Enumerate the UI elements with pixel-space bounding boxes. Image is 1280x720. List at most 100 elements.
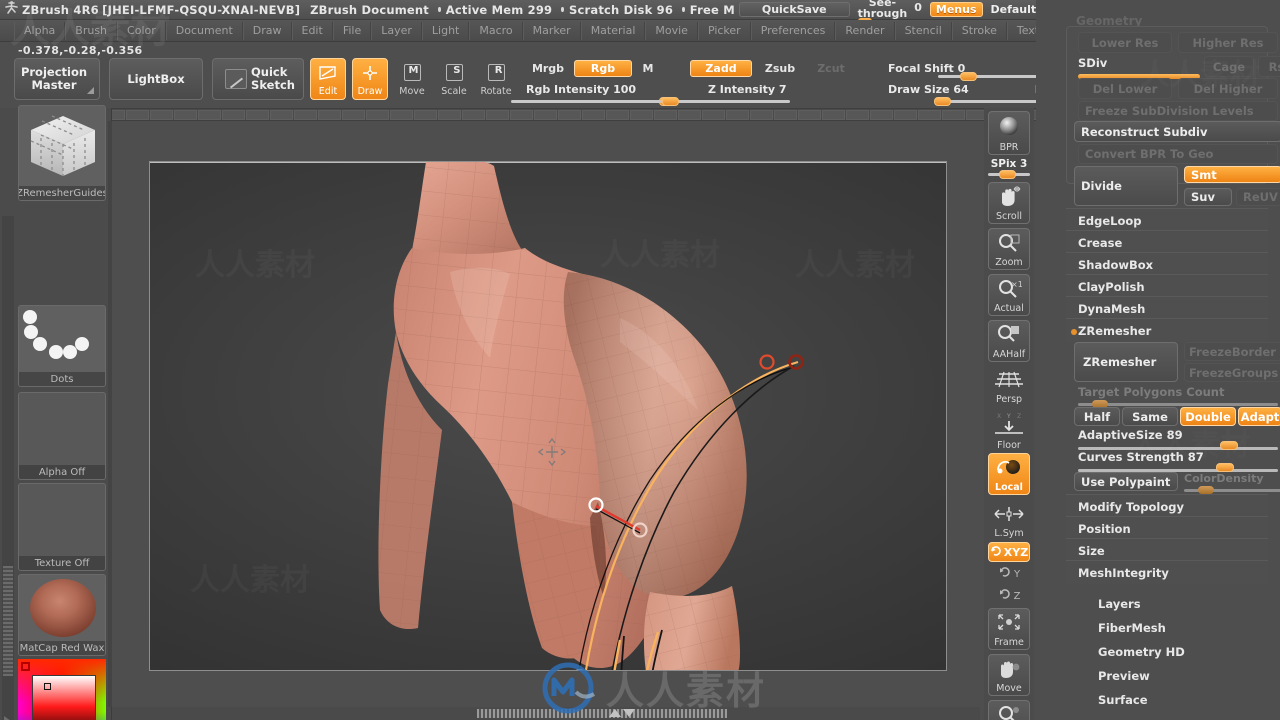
freeze-subdivision-button[interactable]: Freeze SubDivision Levels bbox=[1078, 101, 1278, 121]
canvas-horizontal-scrollbar[interactable] bbox=[112, 707, 980, 720]
menu-item-render[interactable]: Render bbox=[835, 21, 895, 40]
color-density-slider[interactable]: ColorDensity bbox=[1184, 472, 1280, 494]
mrgb-button[interactable]: Mrgb bbox=[526, 60, 570, 77]
reuv-button[interactable]: ReUV bbox=[1236, 188, 1280, 206]
alpha-thumbnail[interactable]: Alpha Off bbox=[18, 392, 106, 480]
move-tool-button[interactable]: Move bbox=[988, 654, 1030, 696]
floor-button[interactable]: X Y Z Floor bbox=[988, 408, 1030, 452]
xyz-button[interactable]: XYZ bbox=[988, 542, 1030, 562]
z-intensity-slider[interactable] bbox=[660, 97, 790, 106]
curves-strength-slider[interactable]: Curves Strength 87 bbox=[1078, 450, 1278, 474]
adaptive-size-slider[interactable]: AdaptiveSize 89 bbox=[1078, 428, 1278, 452]
menu-item-macro[interactable]: Macro bbox=[469, 21, 523, 40]
freeze-border-button[interactable]: FreezeBorder bbox=[1184, 342, 1280, 361]
zremesher-button[interactable]: ZRemesher bbox=[1074, 342, 1178, 382]
crease-row[interactable]: Crease bbox=[1066, 230, 1268, 254]
draw-mode-button[interactable]: Draw bbox=[352, 58, 388, 100]
menu-item-preferences[interactable]: Preferences bbox=[750, 21, 836, 40]
scale-mode-button[interactable]: S Scale bbox=[436, 58, 472, 100]
canvas-area[interactable] bbox=[112, 121, 980, 707]
aahalf-button[interactable]: AAHalf bbox=[988, 320, 1030, 362]
preview-row[interactable]: Preview bbox=[1066, 664, 1268, 688]
rgb-intensity-slider[interactable] bbox=[511, 97, 679, 106]
zadd-button[interactable]: Zadd bbox=[690, 60, 752, 77]
z-axis-button[interactable]: Z bbox=[988, 586, 1030, 606]
color-picker[interactable] bbox=[18, 659, 106, 720]
edit-mode-button[interactable]: Edit bbox=[310, 58, 346, 100]
menu-item-draw[interactable]: Draw bbox=[242, 21, 292, 40]
double-button[interactable]: Double bbox=[1180, 407, 1236, 426]
higher-res-button[interactable]: Higher Res bbox=[1178, 32, 1278, 53]
y-axis-button[interactable]: Y bbox=[988, 564, 1030, 584]
smt-button[interactable]: Smt bbox=[1184, 166, 1280, 183]
shadowbox-row[interactable]: ShadowBox bbox=[1066, 252, 1268, 276]
del-higher-button[interactable]: Del Higher bbox=[1178, 78, 1278, 99]
cage-button[interactable]: Cage bbox=[1204, 56, 1254, 77]
brush-thumbnail[interactable]: ZRemesherGuides bbox=[18, 105, 106, 201]
focal-shift-slider[interactable] bbox=[938, 72, 1038, 81]
persp-button[interactable]: Persp bbox=[988, 366, 1030, 406]
m-button[interactable]: M bbox=[636, 60, 660, 77]
left-tray-scrollbar[interactable] bbox=[2, 216, 14, 720]
lower-res-button[interactable]: Lower Res bbox=[1078, 32, 1172, 53]
surface-row[interactable]: Surface bbox=[1066, 688, 1268, 712]
bpr-button[interactable]: BPR bbox=[988, 111, 1030, 155]
zsub-button[interactable]: Zsub bbox=[756, 60, 804, 77]
menu-item-color[interactable]: Color bbox=[117, 21, 166, 40]
move-mode-button[interactable]: M Move bbox=[394, 58, 430, 100]
reconstruct-subdiv-button[interactable]: Reconstruct Subdiv bbox=[1074, 121, 1280, 142]
menu-item-picker[interactable]: Picker bbox=[697, 21, 751, 40]
spix-slider[interactable]: SPix 3 bbox=[988, 158, 1030, 179]
size-row[interactable]: Size bbox=[1066, 538, 1268, 562]
fibermesh-row[interactable]: FiberMesh bbox=[1066, 616, 1268, 640]
lsym-button[interactable]: L.Sym bbox=[988, 500, 1030, 540]
zremesher-section-header[interactable]: ZRemesher bbox=[1066, 318, 1268, 342]
same-button[interactable]: Same bbox=[1122, 407, 1178, 426]
mesh-integrity-row[interactable]: MeshIntegrity bbox=[1066, 560, 1268, 584]
scale-tool-button[interactable]: Scale bbox=[988, 700, 1030, 720]
menu-item-edit[interactable]: Edit bbox=[291, 21, 333, 40]
draw-size-slider[interactable] bbox=[934, 97, 1038, 106]
menu-item-marker[interactable]: Marker bbox=[522, 21, 581, 40]
rotate-mode-button[interactable]: R Rotate bbox=[478, 58, 514, 100]
freeze-groups-button[interactable]: FreezeGroups bbox=[1184, 363, 1280, 382]
position-row[interactable]: Position bbox=[1066, 516, 1268, 540]
projection-master-button[interactable]: Projection Master bbox=[14, 58, 100, 100]
menu-item-material[interactable]: Material bbox=[580, 21, 646, 40]
saturation-value-area[interactable] bbox=[32, 675, 96, 720]
modify-topology-row[interactable]: Modify Topology bbox=[1066, 494, 1268, 518]
layers-row[interactable]: Layers bbox=[1066, 592, 1268, 616]
claypolish-row[interactable]: ClayPolish bbox=[1066, 274, 1268, 298]
rstr-button[interactable]: Rstr bbox=[1258, 56, 1280, 77]
divide-button[interactable]: Divide bbox=[1074, 166, 1178, 206]
quicksave-button[interactable]: QuickSave bbox=[738, 2, 850, 17]
menu-item-file[interactable]: File bbox=[332, 21, 372, 40]
menu-item-light[interactable]: Light bbox=[421, 21, 470, 40]
edgeloop-row[interactable]: EdgeLoop bbox=[1066, 208, 1268, 232]
use-polypaint-button[interactable]: Use Polypaint bbox=[1074, 472, 1178, 491]
adapt-button[interactable]: Adapt bbox=[1238, 407, 1280, 426]
half-button[interactable]: Half bbox=[1074, 407, 1120, 426]
menu-item-brush[interactable]: Brush bbox=[65, 21, 118, 40]
zcut-button[interactable]: Zcut bbox=[808, 60, 854, 77]
quick-sketch-button[interactable]: Quick Sketch bbox=[212, 58, 304, 100]
scroll-button[interactable]: Scroll bbox=[988, 182, 1030, 224]
document-viewport[interactable] bbox=[149, 161, 947, 671]
target-polygons-slider[interactable]: Target Polygons Count bbox=[1078, 385, 1278, 408]
geometry-hd-row[interactable]: Geometry HD bbox=[1066, 640, 1268, 664]
actual-button[interactable]: ×1 Actual bbox=[988, 274, 1030, 316]
lightbox-button[interactable]: LightBox bbox=[109, 58, 203, 100]
material-thumbnail[interactable]: MatCap Red Wax bbox=[18, 574, 106, 656]
menu-item-document[interactable]: Document bbox=[165, 21, 243, 40]
menu-item-stencil[interactable]: Stencil bbox=[894, 21, 952, 40]
texture-thumbnail[interactable]: Texture Off bbox=[18, 483, 106, 571]
frame-button[interactable]: Frame bbox=[988, 608, 1030, 650]
del-lower-button[interactable]: Del Lower bbox=[1078, 78, 1172, 99]
suv-button[interactable]: Suv bbox=[1184, 188, 1232, 206]
menu-item-layer[interactable]: Layer bbox=[371, 21, 422, 40]
menus-toggle-button[interactable]: Menus bbox=[929, 2, 983, 17]
local-button[interactable]: Local bbox=[988, 453, 1030, 495]
dynamesh-row[interactable]: DynaMesh bbox=[1066, 296, 1268, 320]
stroke-thumbnail[interactable]: Dots bbox=[18, 305, 106, 387]
menu-item-alpha[interactable]: Alpha bbox=[14, 21, 66, 40]
